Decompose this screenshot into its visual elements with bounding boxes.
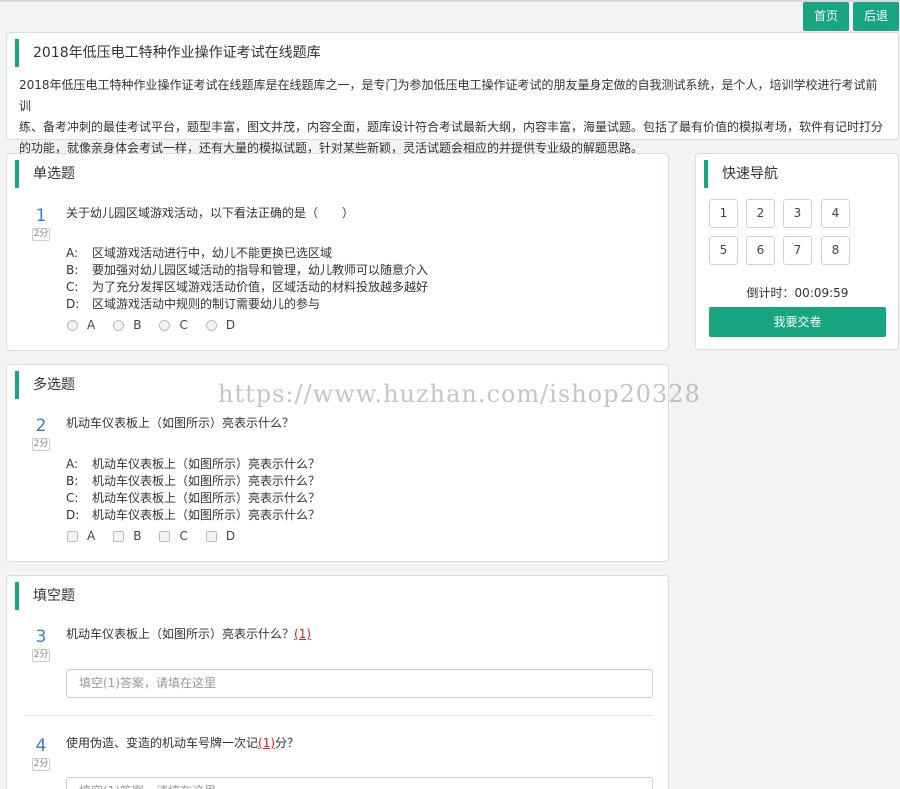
option-text: 机动车仪表板上（如图所示）亮表示什么？	[92, 457, 321, 471]
option-text: 区域游戏活动进行中，幼儿不能更换已选区域	[92, 246, 333, 260]
question-text: 使用伪造、变造的机动车号牌一次记(1)分？	[66, 734, 299, 751]
watermark-text: https://www.huzhan.com/ishop20328	[218, 380, 701, 408]
intro-description: 2018年低压电工特种作业操作证考试在线题库是在线题库之一，是专门为参加低压电工…	[19, 75, 889, 159]
nav-question-8[interactable]: 8	[821, 236, 850, 265]
option-letter: A:	[66, 457, 79, 471]
nav-question-5[interactable]: 5	[709, 236, 738, 265]
option-letter: B:	[66, 474, 79, 488]
blank-marker: (1)	[294, 627, 312, 641]
question-divider	[24, 715, 653, 716]
intro-line-2: 练、备考冲刺的最佳考试平台，题型丰富，图文并茂，内容全面，题库设计符合考试最新大…	[19, 120, 884, 134]
question-score-badge: 2分	[32, 649, 50, 662]
nav-question-3[interactable]: 3	[783, 199, 812, 228]
question-text-before: 使用伪造、变造的机动车号牌一次记	[66, 736, 259, 750]
question-text-after: 分？	[275, 736, 300, 750]
submit-exam-button[interactable]: 我要交卷	[709, 307, 886, 337]
question-text: 关于幼儿园区域游戏活动，以下看法正确的是（ ）	[66, 206, 355, 220]
radio-a[interactable]	[67, 319, 78, 331]
radio-label-a: A	[87, 318, 96, 332]
single-choice-panel: 单选题 1 2分 关于幼儿园区域游戏活动，以下看法正确的是（ ） A: 区域游戏活…	[6, 153, 669, 351]
intro-title: 2018年低压电工特种作业操作证考试在线题库	[15, 39, 321, 67]
nav-question-4[interactable]: 4	[821, 199, 850, 228]
option-text: 要加强对幼儿园区域活动的指导和管理，幼儿教师可以随意介入	[92, 263, 429, 277]
question-number: 4	[35, 736, 47, 756]
radio-d[interactable]	[205, 319, 217, 331]
option-letter: C:	[66, 280, 79, 294]
question-number: 2	[35, 416, 47, 436]
checkbox-label-b: B	[133, 529, 142, 543]
radio-group: A B C D	[67, 318, 253, 332]
checkbox-label-a: A	[87, 529, 96, 543]
option-a: A: 区域游戏活动进行中，幼儿不能更换已选区域	[66, 244, 332, 261]
fill-answer-input[interactable]: 填空(1)答案，请填在这里	[66, 669, 653, 698]
nav-question-6[interactable]: 6	[746, 236, 775, 265]
fill-blank-title: 填空题	[15, 582, 75, 610]
option-letter: B:	[66, 263, 79, 277]
intro-line-1: 2018年低压电工特种作业操作证考试在线题库是在线题库之一，是专门为参加低压电工…	[19, 78, 878, 113]
checkbox-c[interactable]	[159, 530, 171, 542]
fill-answer-input[interactable]: 填空(1)答案，请填在这里	[66, 777, 653, 789]
question-number: 1	[35, 206, 47, 226]
question-score-badge: 2分	[32, 228, 50, 241]
radio-c[interactable]	[159, 319, 171, 331]
question-text: 机动车仪表板上（如图所示）亮表示什么？	[66, 416, 295, 430]
option-letter: A:	[66, 246, 79, 260]
option-d: D: 区域游戏活动中规则的制订需要幼儿的参与	[66, 295, 320, 312]
top-border-line	[0, 0, 900, 2]
nav-question-1[interactable]: 1	[709, 199, 738, 228]
blank-marker: (1)	[258, 736, 276, 750]
intro-panel: 2018年低压电工特种作业操作证考试在线题库 2018年低压电工特种作业操作证考…	[6, 32, 899, 155]
checkbox-d[interactable]	[205, 530, 217, 542]
checkbox-label-c: C	[179, 529, 188, 543]
option-text: 区域游戏活动中规则的制订需要幼儿的参与	[92, 297, 321, 311]
option-text: 为了充分发挥区域游戏活动价值，区域活动的材料投放越多越好	[92, 280, 429, 294]
option-text: 机动车仪表板上（如图所示）亮表示什么？	[92, 508, 321, 522]
option-b: B: 要加强对幼儿园区域活动的指导和管理，幼儿教师可以随意介入	[66, 261, 428, 278]
checkbox-a[interactable]	[67, 530, 78, 542]
single-choice-title: 单选题	[15, 160, 75, 188]
radio-label-c: C	[179, 318, 188, 332]
question-score-badge: 2分	[32, 438, 50, 451]
option-text: 机动车仪表板上（如图所示）亮表示什么？	[92, 491, 321, 505]
quick-nav-panel: 快速导航 1 2 3 4 5 6 7 8 倒计时：00:09:59 我要交卷	[695, 153, 899, 350]
back-button[interactable]: 后退	[853, 2, 899, 31]
nav-question-7[interactable]: 7	[783, 236, 812, 265]
home-button[interactable]: 首页	[803, 2, 849, 31]
radio-b[interactable]	[113, 319, 125, 331]
checkbox-b[interactable]	[113, 530, 125, 542]
quick-nav-title: 快速导航	[704, 160, 778, 188]
checkbox-label-d: D	[225, 529, 236, 543]
question-score-badge: 2分	[32, 758, 50, 771]
multi-choice-title: 多选题	[15, 371, 75, 399]
option-c: C: 为了充分发挥区域游戏活动价值，区域活动的材料投放越多越好	[66, 278, 428, 295]
option-letter: D:	[66, 297, 80, 311]
nav-question-2[interactable]: 2	[746, 199, 775, 228]
option-letter: D:	[66, 508, 80, 522]
countdown-timer: 倒计时：00:09:59	[746, 286, 849, 300]
radio-label-b: B	[133, 318, 142, 332]
question-text-main: 机动车仪表板上（如图所示）亮表示什么？	[66, 627, 295, 641]
option-d: D: 机动车仪表板上（如图所示）亮表示什么？	[66, 506, 320, 523]
option-letter: C:	[66, 491, 79, 505]
fill-blank-panel: 填空题 3 2分 机动车仪表板上（如图所示）亮表示什么？(1) 填空(1)答案，…	[6, 575, 669, 789]
option-c: C: 机动车仪表板上（如图所示）亮表示什么？	[66, 489, 320, 506]
option-b: B: 机动车仪表板上（如图所示）亮表示什么？	[66, 472, 320, 489]
option-text: 机动车仪表板上（如图所示）亮表示什么？	[92, 474, 321, 488]
radio-label-d: D	[225, 318, 236, 332]
checkbox-group: A B C D	[67, 529, 253, 543]
question-text: 机动车仪表板上（如图所示）亮表示什么？(1)	[66, 625, 311, 642]
option-a: A: 机动车仪表板上（如图所示）亮表示什么？	[66, 455, 320, 472]
question-number: 3	[35, 627, 47, 647]
